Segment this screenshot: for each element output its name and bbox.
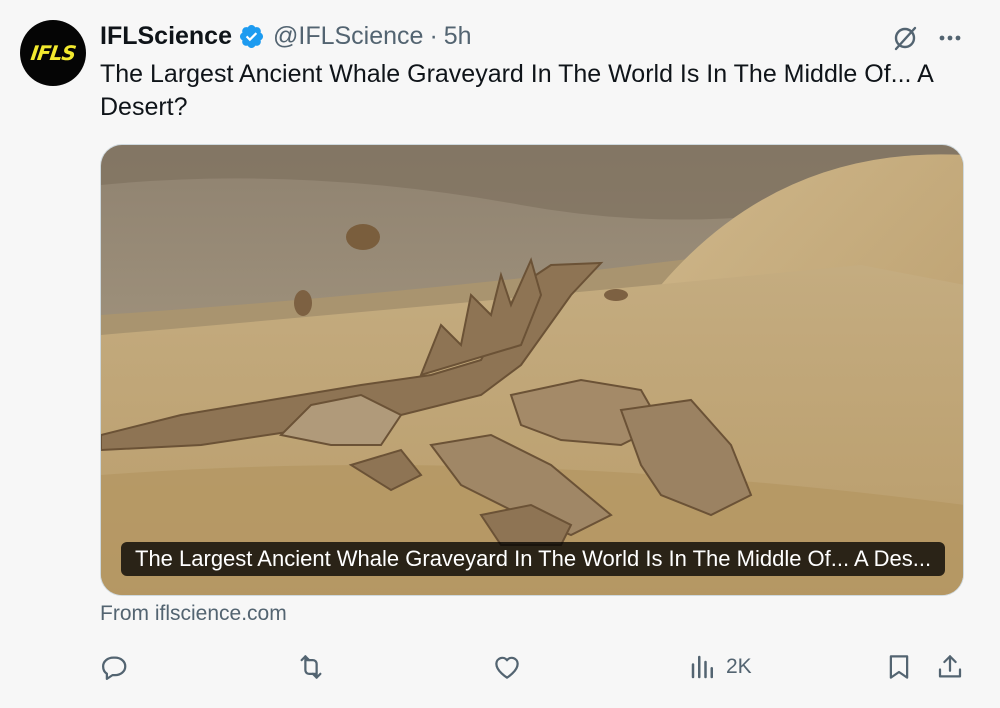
repost-button[interactable]: [296, 652, 326, 682]
views-icon: [691, 655, 713, 679]
tweet[interactable]: IFLS IFLScience @IFLScience · 5h The Lar…: [0, 0, 1000, 708]
display-name[interactable]: IFLScience: [100, 22, 232, 51]
link-card[interactable]: The Largest Ancient Whale Graveyard In T…: [100, 144, 964, 596]
tweet-header: IFLScience @IFLScience · 5h: [100, 18, 472, 54]
card-title: The Largest Ancient Whale Graveyard In T…: [121, 542, 946, 576]
reply-button[interactable]: [100, 652, 130, 682]
share-icon: [938, 655, 962, 678]
bookmark-icon: [889, 655, 909, 679]
timestamp[interactable]: 5h: [444, 22, 472, 51]
bookmark-button[interactable]: [884, 652, 914, 682]
share-button[interactable]: [935, 652, 965, 682]
avatar-logo-text: IFLS: [29, 41, 77, 65]
card-source[interactable]: From iflscience.com: [100, 602, 287, 626]
separator: ·: [429, 21, 438, 50]
like-button[interactable]: [492, 652, 522, 682]
avatar[interactable]: IFLS: [20, 20, 86, 86]
verified-badge-icon[interactable]: [238, 23, 265, 50]
tweet-text: The Largest Ancient Whale Graveyard In T…: [100, 60, 933, 121]
views-button[interactable]: 2K: [688, 652, 752, 682]
reply-icon: [102, 656, 127, 680]
card-image: [101, 145, 963, 595]
handle[interactable]: @IFLScience: [273, 22, 423, 51]
retweet-icon: [300, 655, 322, 679]
more-options-icon[interactable]: [934, 22, 966, 54]
grok-icon[interactable]: [889, 22, 921, 54]
action-bar: 2K: [0, 640, 1000, 700]
heart-icon: [495, 656, 519, 679]
views-count: 2K: [726, 655, 752, 678]
